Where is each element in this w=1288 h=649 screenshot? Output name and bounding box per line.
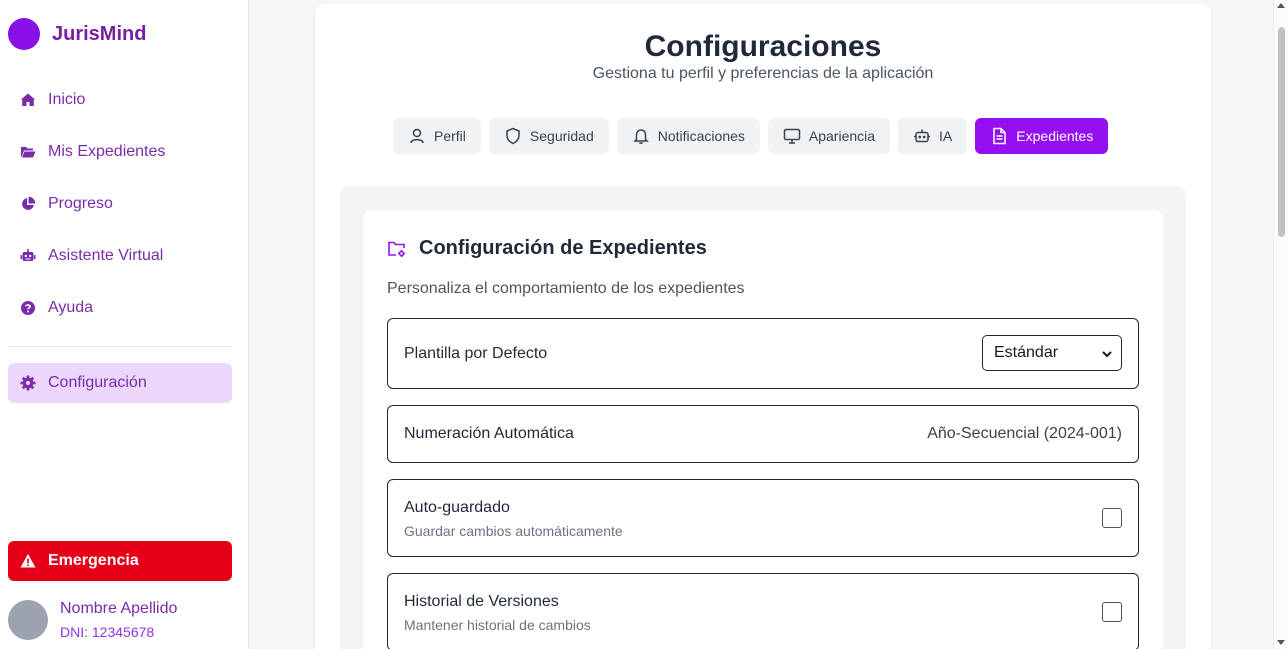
user-name: Nombre Apellido (60, 600, 178, 617)
scrollbar-thumb[interactable] (1278, 27, 1285, 237)
tab-perfil[interactable]: Perfil (393, 118, 481, 154)
setting-row-numbering: Numeración Automática Año-Secuencial (20… (387, 405, 1139, 463)
tab-label: Seguridad (529, 128, 594, 144)
sidebar-item-asistente-virtual[interactable]: Asistente Virtual (8, 236, 232, 276)
emergency-label: Emergencia (48, 552, 139, 569)
emergency-button[interactable]: Emergencia (8, 541, 232, 581)
template-select-value: Estándar (994, 344, 1059, 361)
sidebar: JurisMind Inicio Mis Expedientes Progres… (0, 0, 249, 649)
home-icon (20, 92, 36, 108)
user-profile[interactable]: Nombre Apellido DNI: 12345678 (8, 598, 177, 641)
section-title: Configuración de Expedientes (387, 237, 707, 260)
history-label: Historial de Versiones (404, 593, 559, 610)
section-title-text: Configuración de Expedientes (419, 237, 707, 259)
sidebar-item-label: Progreso (48, 195, 113, 212)
setting-row-template: Plantilla por Defecto Estándar (387, 318, 1139, 389)
setting-row-autosave: Auto-guardado Guardar cambios automática… (387, 479, 1139, 557)
sidebar-item-configuracion[interactable]: Configuración (8, 363, 232, 403)
history-checkbox[interactable] (1102, 602, 1122, 622)
autosave-label: Auto-guardado (404, 499, 510, 516)
sidebar-item-inicio[interactable]: Inicio (8, 80, 232, 120)
user-icon (408, 127, 426, 145)
page-title: Configuraciones (644, 30, 882, 63)
bot-icon (913, 127, 931, 145)
scroll-down-arrow-icon[interactable] (1277, 640, 1285, 645)
sidebar-nav: Inicio Mis Expedientes Progreso Asistent… (8, 80, 232, 340)
tab-label: Notificaciones (657, 128, 745, 144)
sidebar-item-mis-expedientes[interactable]: Mis Expedientes (8, 132, 232, 172)
settings-card: Configuraciones Gestiona tu perfil y pre… (315, 4, 1211, 649)
folder-gear-icon (387, 239, 407, 259)
tab-label: Apariencia (808, 128, 876, 144)
template-label: Plantilla por Defecto (404, 345, 548, 362)
tab-expedientes[interactable]: Expedientes (975, 118, 1109, 154)
numbering-value: Año-Secuencial (2024-001) (927, 425, 1122, 442)
tab-label: IA (939, 128, 953, 144)
sidebar-item-label: Mis Expedientes (48, 143, 166, 160)
shield-icon (504, 127, 522, 145)
brand[interactable]: JurisMind (8, 18, 146, 50)
brand-name: JurisMind (52, 22, 147, 45)
setting-row-history: Historial de Versiones Mantener historia… (387, 573, 1139, 649)
folder-open-icon (20, 144, 36, 160)
autosave-help: Guardar cambios automáticamente (404, 523, 623, 539)
autosave-checkbox[interactable] (1102, 508, 1122, 528)
brand-logo (8, 18, 40, 50)
scroll-up-arrow-icon[interactable] (1277, 3, 1285, 8)
sidebar-item-label: Asistente Virtual (48, 247, 164, 264)
bell-icon (632, 127, 650, 145)
tab-panel: Configuración de Expedientes Personaliza… (340, 186, 1186, 649)
section-description: Personaliza el comportamiento de los exp… (387, 280, 745, 297)
expedientes-settings: Configuración de Expedientes Personaliza… (363, 210, 1163, 649)
pie-chart-icon (20, 196, 36, 212)
monitor-icon (783, 127, 801, 145)
user-dni: DNI: 12345678 (60, 624, 155, 640)
sidebar-item-label: Configuración (48, 374, 147, 391)
scrollbar[interactable] (1273, 0, 1288, 649)
tab-label: Perfil (434, 128, 466, 144)
tab-notificaciones[interactable]: Notificaciones (616, 118, 760, 154)
warning-icon (20, 553, 36, 569)
tab-label: Expedientes (1016, 128, 1094, 144)
numbering-label: Numeración Automática (404, 425, 574, 442)
sidebar-item-ayuda[interactable]: Ayuda (8, 288, 232, 328)
robot-icon (20, 248, 36, 264)
gear-icon (20, 375, 36, 391)
tab-seguridad[interactable]: Seguridad (488, 118, 609, 154)
settings-tabs: Perfil Seguridad Notificaciones Aparienc… (393, 118, 1109, 154)
sidebar-divider (8, 346, 232, 347)
file-text-icon (990, 127, 1008, 145)
chevron-down-icon (1101, 347, 1113, 359)
template-select[interactable]: Estándar (982, 335, 1122, 371)
page-subtitle: Gestiona tu perfil y preferencias de la … (592, 65, 934, 82)
avatar (8, 600, 48, 640)
tab-ia[interactable]: IA (898, 118, 968, 154)
sidebar-item-label: Inicio (48, 91, 86, 108)
question-circle-icon (20, 300, 36, 316)
sidebar-item-progreso[interactable]: Progreso (8, 184, 232, 224)
sidebar-item-label: Ayuda (48, 299, 94, 316)
history-help: Mantener historial de cambios (404, 617, 591, 633)
tab-apariencia[interactable]: Apariencia (767, 118, 891, 154)
